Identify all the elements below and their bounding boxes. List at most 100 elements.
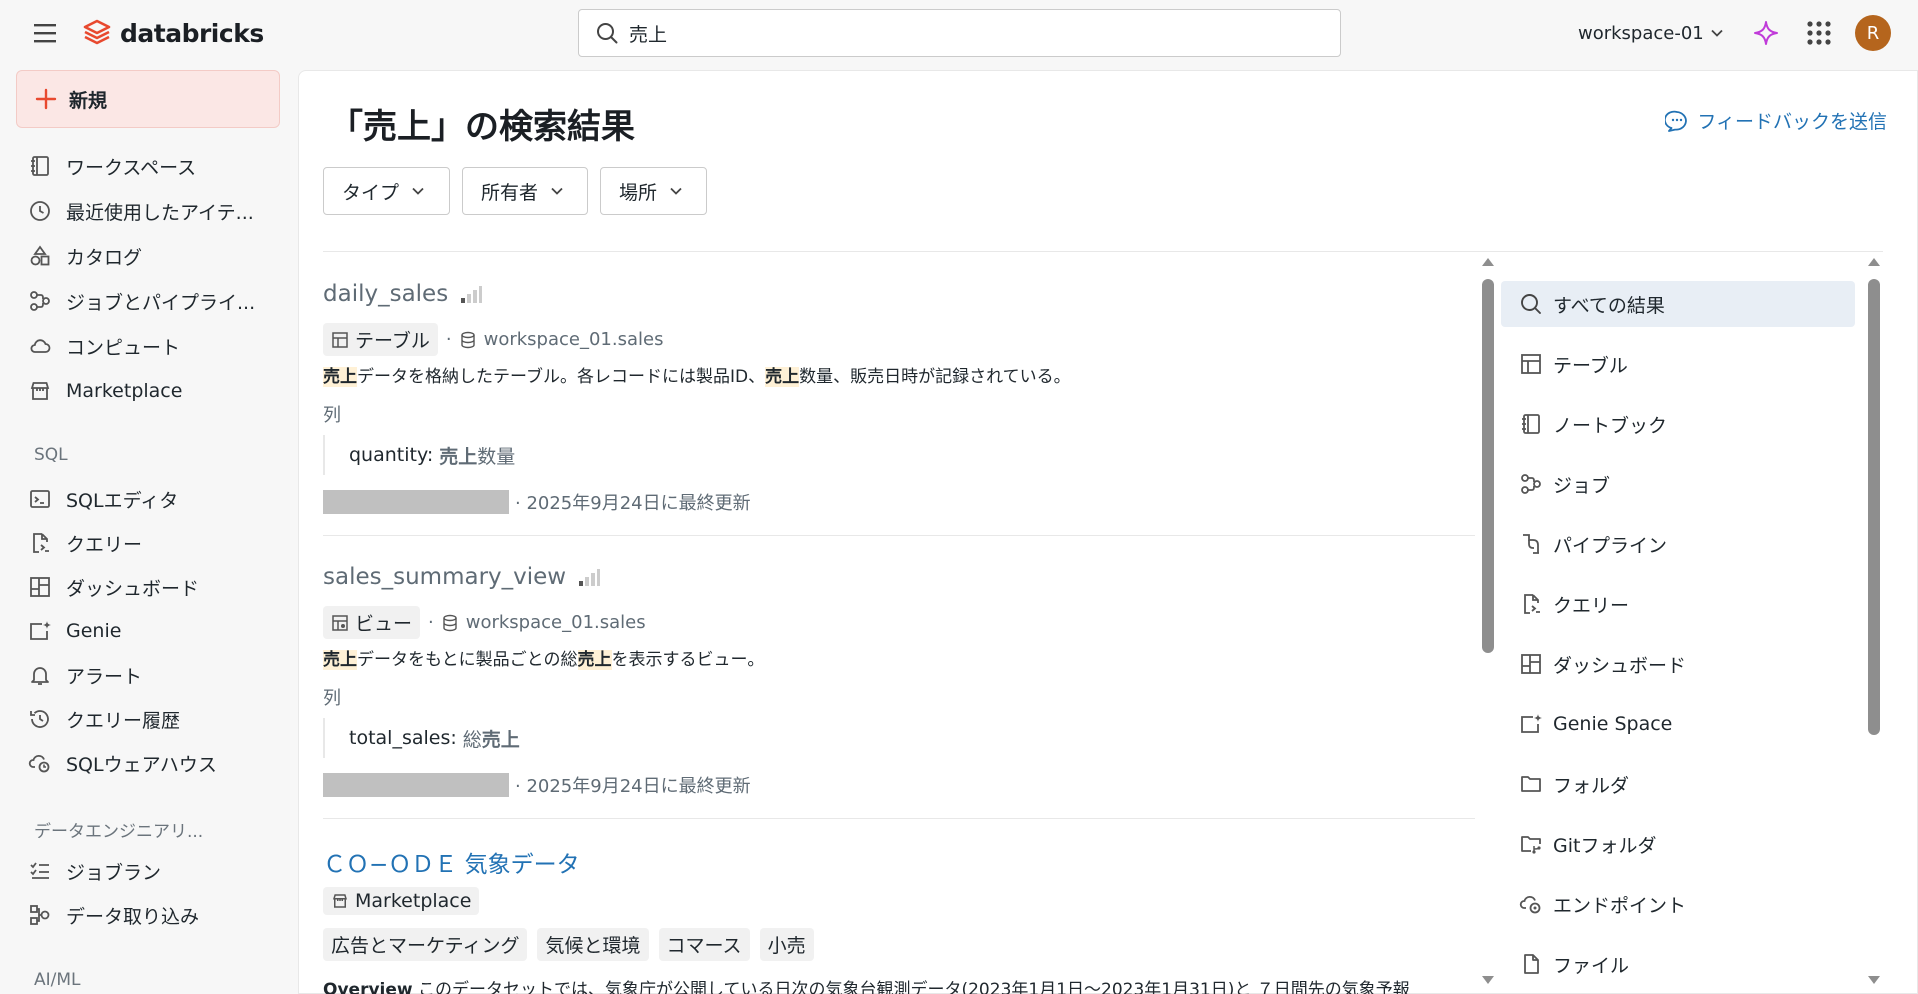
send-feedback-link[interactable]: フィードバックを送信 [1665,107,1887,134]
scroll-down-arrow-icon[interactable] [1867,975,1881,985]
facet-label: ノートブック [1553,414,1668,437]
result-title[interactable]: sales_summary_view [323,564,601,590]
facet-tables[interactable]: テーブル [1501,341,1855,387]
filter-location-dropdown[interactable]: 場所 [600,167,707,215]
genie-icon [30,621,51,640]
result-updated: · 2025年9月24日に最終更新 [323,489,751,515]
type-badge: テーブル [323,323,438,356]
facet-all-results[interactable]: すべての結果 [1501,281,1855,327]
app-grid-icon[interactable] [1806,20,1832,46]
top-bar: databricks workspace-01 R [0,0,1918,66]
warehouse-icon [28,754,50,773]
result-tags: 広告とマーケティング 気候と環境 コマース 小売 [323,928,814,961]
search-input[interactable] [629,22,1309,44]
filter-label: タイプ [342,181,400,204]
result-type-facets: すべての結果 テーブル ノートブック ジョブ パイプライン クエリー ダッシュボ… [1501,281,1855,994]
facet-folders[interactable]: フォルダ [1501,761,1855,807]
column-description-text: 数量 [477,445,516,468]
filter-owner-dropdown[interactable]: 所有者 [462,167,588,215]
sidebar-section-ai-ml: AI/ML [34,970,81,990]
workspace-switcher[interactable]: workspace-01 [1578,18,1724,48]
sidebar-item-sql-warehouses[interactable]: SQLウェアハウス [28,745,284,781]
facet-files[interactable]: ファイル [1501,941,1855,987]
workspace-name: workspace-01 [1578,22,1704,44]
store-icon [30,382,50,400]
new-button[interactable]: 新規 [16,70,280,128]
query-icon [33,533,49,553]
cloud-icon [30,339,51,353]
facet-endpoints[interactable]: エンドポイント [1501,881,1855,927]
sidebar-item-label: SQLウェアハウス [66,753,217,776]
jobs-icon [1521,474,1541,494]
scroll-up-arrow-icon[interactable] [1481,257,1495,267]
sidebar-item-label: コンピュート [66,336,181,359]
sidebar-item-dashboards[interactable]: ダッシュボード [28,569,284,605]
sidebar-item-data-ingestion[interactable]: データ取り込み [28,897,284,933]
facet-jobs[interactable]: ジョブ [1501,461,1855,507]
tag[interactable]: 小売 [759,928,814,961]
result-name: ＣＯ−ＯＤＥ 気象データ [323,852,580,878]
sidebar-item-recents[interactable]: 最近使用したアイテ... [28,193,284,229]
column-description: 売上数量 [439,442,515,469]
menu-icon[interactable] [32,22,58,44]
result-title[interactable]: ＣＯ−ＯＤＥ 気象データ [323,845,580,879]
facet-label: テーブル [1553,354,1628,377]
databricks-logo[interactable]: databricks [82,16,264,50]
column-description-text: 総 [462,728,482,751]
global-search[interactable] [578,9,1341,57]
facet-queries[interactable]: クエリー [1501,581,1855,627]
user-avatar[interactable]: R [1855,15,1891,51]
sidebar-item-label: データ取り込み [66,905,200,928]
result-location[interactable]: workspace_01.sales [466,612,646,633]
sidebar-item-workspace[interactable]: ワークスペース [28,148,284,184]
scroll-down-arrow-icon[interactable] [1481,975,1495,985]
sidebar-item-label: クエリー履歴 [66,709,181,732]
facet-label: Gitフォルダ [1553,834,1657,857]
filter-type-dropdown[interactable]: タイプ [323,167,450,215]
facet-label: すべての結果 [1553,294,1665,317]
sidebar-item-alerts[interactable]: アラート [28,657,284,693]
dashboard-icon [30,577,50,597]
sidebar-item-marketplace[interactable]: Marketplace [28,373,284,409]
result-location[interactable]: workspace_01.sales [484,329,664,350]
sidebar-item-catalog[interactable]: カタログ [28,238,284,274]
file-icon [1524,954,1539,974]
facets-scrollbar-thumb[interactable] [1868,279,1880,735]
sidebar-item-job-runs[interactable]: ジョブラン [28,853,284,889]
separator-dot: · [428,612,434,633]
result-item: ＣＯ−ＯＤＥ 気象データ Marketplace 広告とマーケティング 気候と環… [323,819,1475,994]
chat-bubble-icon [1665,110,1688,132]
results-scrollbar-thumb[interactable] [1482,279,1494,653]
result-meta: Marketplace [323,887,480,915]
facet-git-folders[interactable]: Gitフォルダ [1501,821,1855,867]
scroll-up-arrow-icon[interactable] [1867,257,1881,267]
tag[interactable]: 気候と環境 [537,928,649,961]
table-icon [332,331,348,348]
facet-notebooks[interactable]: ノートブック [1501,401,1855,447]
tag[interactable]: 広告とマーケティング [323,928,528,961]
new-button-label: 新規 [69,89,108,112]
sidebar-item-label: Genie [66,620,122,642]
description-text: 数量、販売日時が記録されている。 [799,367,1071,387]
redacted-owner [323,773,509,797]
result-meta: テーブル · workspace_01.sales [323,323,663,356]
facet-genie-spaces[interactable]: Genie Space [1501,701,1855,747]
sidebar-item-queries[interactable]: クエリー [28,525,284,561]
separator-dot: · [445,329,452,350]
result-name: daily_sales [323,281,449,307]
sidebar-item-compute[interactable]: コンピュート [28,328,284,364]
facet-pipelines[interactable]: パイプライン [1501,521,1855,567]
sidebar-item-genie[interactable]: Genie [28,613,284,649]
tag[interactable]: コマース [658,928,750,961]
sidebar-item-query-history[interactable]: クエリー履歴 [28,701,284,737]
sidebar-item-label: ジョブとパイプライ... [66,291,256,314]
columns-label: 列 [323,688,341,709]
pipeline-icon [1523,534,1539,554]
facet-dashboards[interactable]: ダッシュボード [1501,641,1855,687]
sidebar-item-label: 最近使用したアイテ... [66,201,254,224]
sidebar-item-sql-editor[interactable]: SQLエディタ [28,481,284,517]
matched-column: quantity: 売上数量 [323,435,515,475]
result-title[interactable]: daily_sales [323,281,483,307]
sidebar-item-jobs-pipelines[interactable]: ジョブとパイプライ... [28,283,284,319]
assistant-sparkle-icon[interactable] [1752,19,1780,47]
